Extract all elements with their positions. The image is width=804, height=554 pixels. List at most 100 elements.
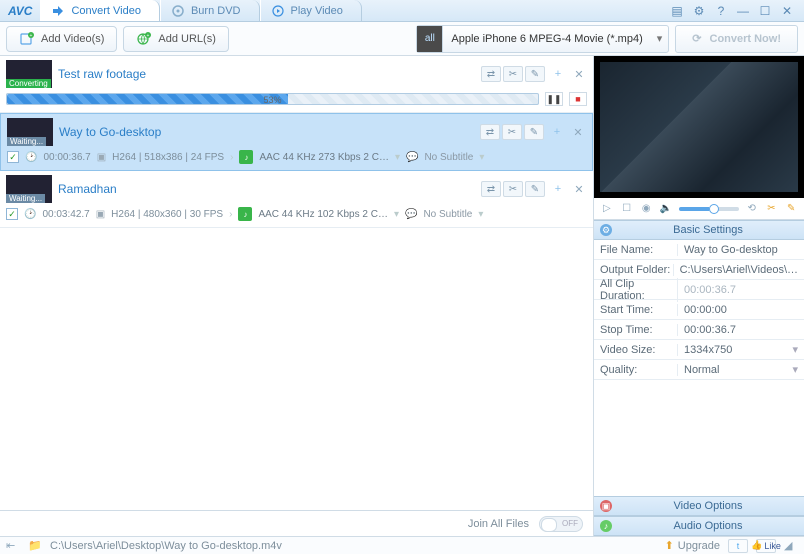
audio-info: AAC 44 KHz 273 Kbps 2 C… (259, 152, 389, 163)
item-tools: ⇄ ✂ ✎ (480, 124, 544, 140)
file-name: Test raw footage (58, 67, 475, 81)
main-tabs: Convert Video Burn DVD Play Video (40, 0, 670, 21)
facebook-like-button[interactable]: 👍Like (756, 539, 776, 553)
settings-icon: ⚙ (600, 224, 612, 236)
prop-key: Quality: (594, 364, 678, 376)
cut-icon[interactable]: ✂ (502, 124, 522, 140)
progress-percent: 53% (263, 94, 281, 106)
tab-label: Burn DVD (191, 5, 241, 17)
prev-icon[interactable]: ⇤ (6, 539, 20, 552)
convert-now-button[interactable]: ⟳ Convert Now! (675, 25, 798, 53)
video-info: H264 | 480x360 | 30 FPS (111, 209, 223, 220)
edit-icon[interactable]: ✎ (525, 66, 545, 82)
stop-button[interactable]: ■ (569, 92, 587, 106)
rotate-icon[interactable]: ⟲ (745, 202, 759, 216)
folder-icon[interactable]: 📁 (28, 539, 42, 552)
prop-key: Stop Time: (594, 324, 678, 336)
file-item[interactable]: Converting Test raw footage ⇄ ✂ ✎ + ✕ 53… (0, 56, 593, 113)
video-size-dropdown[interactable]: 1334x750▾ (678, 343, 804, 356)
help-icon[interactable]: ? (714, 4, 728, 18)
checkbox[interactable]: ✓ (6, 208, 18, 220)
prop-key: Start Time: (594, 304, 678, 316)
scissors-icon[interactable]: ✂ (765, 202, 779, 216)
tab-play-video[interactable]: Play Video (260, 0, 362, 21)
remove-icon[interactable]: ✕ (570, 126, 586, 139)
status-badge: Converting (6, 79, 51, 88)
stop-time-field[interactable]: 00:00:36.7 (678, 324, 804, 336)
add-icon[interactable]: + (550, 126, 564, 138)
file-item[interactable]: Waiting... Way to Go-desktop ⇄ ✂ ✎ + ✕ ✓… (0, 113, 593, 171)
window-controls: ▤ ⚙ ? — ☐ ✕ (670, 4, 804, 18)
duration: 00:03:42.7 (42, 209, 89, 220)
add-icon[interactable]: + (551, 183, 565, 195)
remove-icon[interactable]: ✕ (571, 183, 587, 196)
snapshot-icon[interactable]: ◉ (639, 202, 653, 216)
close-icon[interactable]: ✕ (780, 4, 794, 18)
edit-icon[interactable]: ✎ (524, 124, 544, 140)
video-icon: ▣ (96, 209, 105, 220)
basic-settings-header[interactable]: ⚙ Basic Settings (594, 220, 804, 240)
start-time-field[interactable]: 00:00:00 (678, 304, 804, 316)
video-info: H264 | 518x386 | 24 FPS (112, 152, 224, 163)
cut-icon[interactable]: ✂ (503, 181, 523, 197)
chevron-down-icon[interactable]: ▾ (479, 152, 484, 163)
status-badge: Waiting... (6, 194, 45, 203)
profile-icon: all (417, 26, 443, 52)
video-options-header[interactable]: ▣ Video Options (594, 496, 804, 516)
wand-icon[interactable]: ✎ (784, 202, 798, 216)
volume-icon[interactable]: 🔈 (659, 202, 673, 216)
upgrade-button[interactable]: ⬆Upgrade (665, 539, 720, 552)
toolbar: + Add Video(s) + Add URL(s) all Apple iP… (0, 22, 804, 56)
chevron-right-icon[interactable]: › (230, 152, 233, 163)
join-toggle[interactable] (539, 516, 583, 532)
resize-grip-icon[interactable]: ◢ (784, 539, 798, 552)
tab-burn-dvd[interactable]: Burn DVD (160, 0, 260, 21)
swap-icon[interactable]: ⇄ (481, 181, 501, 197)
stop-icon[interactable]: ☐ (620, 202, 634, 216)
thumbnail: Waiting... (6, 175, 52, 203)
film-add-icon: + (19, 31, 35, 47)
join-files-row: Join All Files (0, 510, 593, 536)
swap-icon[interactable]: ⇄ (480, 124, 500, 140)
tab-convert-video[interactable]: Convert Video (40, 0, 160, 21)
add-urls-button[interactable]: + Add URL(s) (123, 26, 228, 52)
chevron-right-icon[interactable]: › (229, 209, 232, 220)
cut-icon[interactable]: ✂ (503, 66, 523, 82)
subtitle-info: No Subtitle (424, 152, 473, 163)
prop-key: Output Folder: (594, 264, 674, 276)
gear-icon[interactable]: ⚙ (692, 4, 706, 18)
checkbox[interactable]: ✓ (7, 151, 19, 163)
section-title: Video Options (618, 500, 798, 512)
chevron-down-icon[interactable]: ▾ (478, 209, 483, 220)
audio-options-header[interactable]: ♪ Audio Options (594, 516, 804, 536)
pause-button[interactable]: ❚❚ (545, 92, 563, 106)
quality-dropdown[interactable]: Normal▾ (678, 363, 804, 376)
swap-icon[interactable]: ⇄ (481, 66, 501, 82)
chevron-down-icon[interactable]: ▾ (394, 209, 399, 220)
options-icon[interactable]: ▤ (670, 4, 684, 18)
button-label: Add URL(s) (158, 33, 215, 45)
maximize-icon[interactable]: ☐ (758, 4, 772, 18)
twitter-button[interactable]: t (728, 539, 748, 553)
add-videos-button[interactable]: + Add Video(s) (6, 26, 117, 52)
right-panel: ▷ ☐ ◉ 🔈 ⟲ ✂ ✎ ⚙ Basic Settings File Name… (594, 56, 804, 536)
subtitle-info: No Subtitle (423, 209, 472, 220)
play-icon (271, 4, 285, 18)
file-name-field[interactable]: Way to Go-desktop (678, 244, 804, 256)
add-icon[interactable]: + (551, 68, 565, 80)
edit-icon[interactable]: ✎ (525, 181, 545, 197)
minimize-icon[interactable]: — (736, 4, 750, 18)
video-icon: ▣ (97, 152, 106, 163)
file-item[interactable]: Waiting... Ramadhan ⇄ ✂ ✎ + ✕ ✓ 🕑 00:03:… (0, 171, 593, 228)
remove-icon[interactable]: ✕ (571, 68, 587, 81)
chevron-down-icon[interactable]: ▾ (395, 152, 400, 163)
title-bar: AVC Convert Video Burn DVD Play Video ▤ … (0, 0, 804, 22)
output-folder-field[interactable]: C:\Users\Ariel\Videos\… (674, 264, 804, 276)
volume-slider[interactable] (679, 207, 739, 211)
preview-pane[interactable] (594, 56, 804, 198)
play-icon[interactable]: ▷ (600, 202, 614, 216)
globe-add-icon: + (136, 31, 152, 47)
output-profile-dropdown[interactable]: all Apple iPhone 6 MPEG-4 Movie (*.mp4) … (416, 25, 669, 53)
prop-key: All Clip Duration: (594, 278, 678, 302)
join-label: Join All Files (468, 518, 529, 530)
